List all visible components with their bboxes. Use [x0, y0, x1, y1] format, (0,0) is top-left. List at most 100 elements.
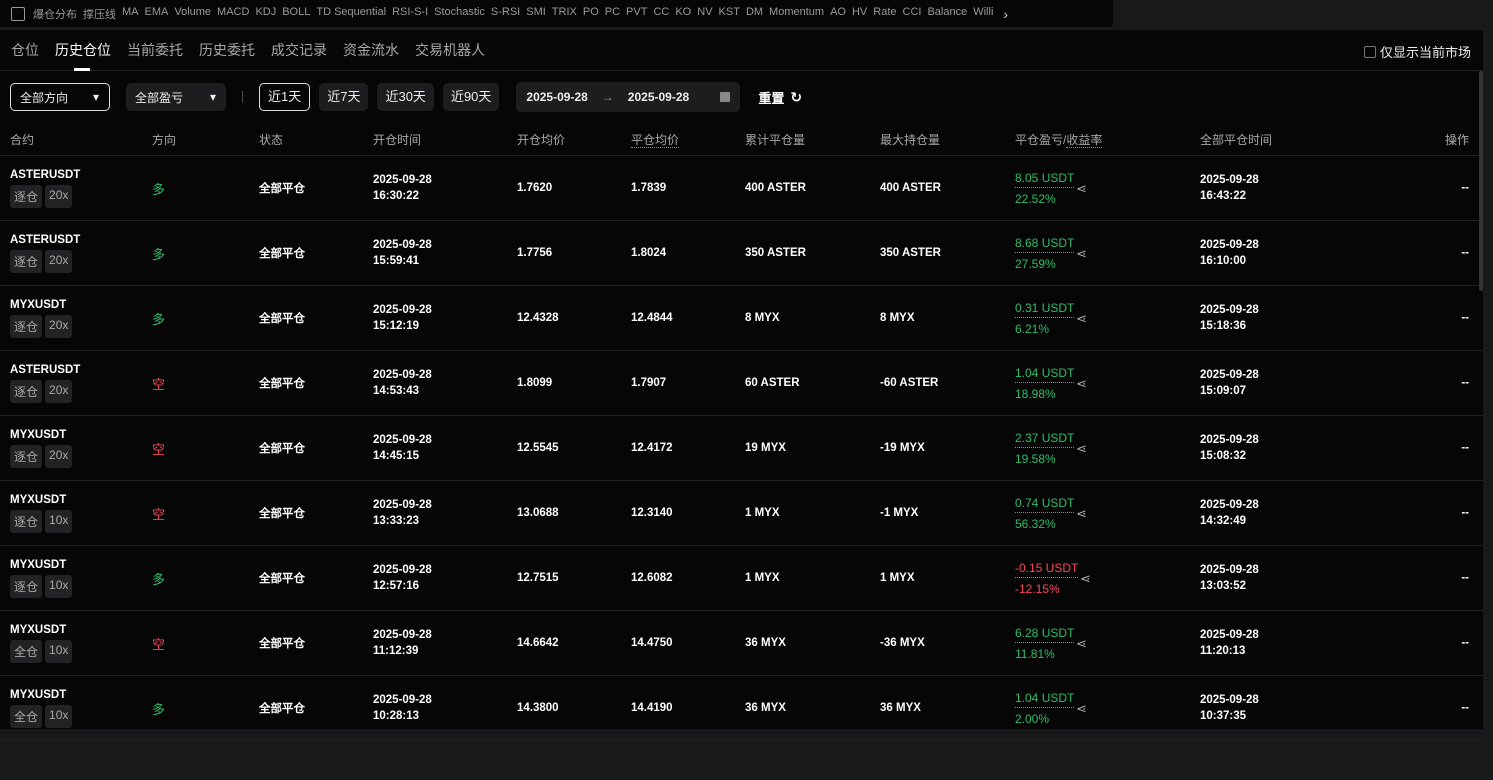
share-icon[interactable]: ⋖ [1076, 701, 1087, 717]
table-row: MYXUSDT 逐仓 10x 多 全部平仓 2025-09-28 12:57:16 12.75… [0, 546, 1483, 611]
tab-item[interactable]: 成交记录 [271, 30, 327, 71]
chevron-right-icon[interactable]: › [1003, 6, 1008, 22]
indicator-item[interactable]: MA [122, 6, 139, 22]
share-icon[interactable]: ⋖ [1076, 376, 1087, 392]
indicator-item[interactable]: PVT [626, 6, 647, 22]
tab-item[interactable]: 历史仓位 [55, 30, 111, 71]
tab-item[interactable]: 资金流水 [343, 30, 399, 71]
symbol[interactable]: MYXUSDT [10, 559, 75, 571]
date-to[interactable]: 2025-09-28 [628, 90, 689, 104]
range-button[interactable]: 近1天 [259, 83, 311, 111]
indicator-item[interactable]: NV [697, 6, 712, 22]
indicator-bar: 爆仓分布 撑压线 MA EMA Volume MACD KDJ BOLL TD Sequenti… [0, 0, 1113, 27]
scrollbar[interactable] [1479, 71, 1483, 291]
symbol[interactable]: MYXUSDT [10, 299, 75, 311]
date-range-picker[interactable]: 2025-09-28 → 2025-09-28 [516, 82, 741, 112]
cell: 2025-09-28 12:57:16 [373, 546, 432, 610]
tab-item[interactable]: 当前委托 [127, 30, 183, 71]
table-header: 合约 方向 状态 开仓时间 开仓均价 平仓均价 累计平仓量 最大持仓量 平仓盈亏/收益率 全部平仓… [0, 123, 1483, 156]
indicator-item[interactable]: AO [830, 6, 846, 22]
tab-item[interactable]: 仓位 [11, 30, 39, 71]
share-icon[interactable]: ⋖ [1076, 181, 1087, 197]
cell: 400 ASTER [880, 156, 941, 220]
symbol[interactable]: ASTERUSDT [10, 169, 80, 181]
symbol[interactable]: MYXUSDT [10, 429, 75, 441]
indicator-item[interactable]: Rate [873, 6, 896, 22]
symbol[interactable]: ASTERUSDT [10, 234, 80, 246]
share-icon[interactable]: ⋖ [1076, 506, 1087, 522]
indicator-item[interactable]: PC [605, 6, 620, 22]
cell: 2025-09-28 15:08:32 [1200, 416, 1259, 480]
indicator-item[interactable]: 撑压线 [83, 6, 116, 22]
indicator-item[interactable]: Balance [927, 6, 967, 22]
indicator-item[interactable]: TRIX [552, 6, 577, 22]
cell: MYXUSDT 逐仓 10x [10, 546, 75, 610]
share-icon[interactable]: ⋖ [1076, 246, 1087, 262]
only-current-market-toggle[interactable]: 仅显示当前市场 [1363, 42, 1471, 61]
indicator-item[interactable]: RSI-S-I [392, 6, 428, 22]
indicator-item[interactable]: KST [719, 6, 740, 22]
cell: 1.8024 [631, 221, 666, 285]
indicator-item[interactable]: HV [852, 6, 867, 22]
cell: 1 MYX [880, 546, 915, 610]
direction-select[interactable]: 全部方向 ▾ [10, 83, 110, 111]
indicator-item[interactable]: Volume [174, 6, 211, 22]
side: 空 [152, 636, 166, 652]
calendar-icon[interactable] [11, 6, 25, 21]
indicator-item[interactable]: CC [653, 6, 669, 22]
closed-qty: 60 ASTER [745, 377, 800, 389]
share-icon[interactable]: ⋖ [1080, 571, 1091, 587]
margin-mode-tag: 逐仓 [10, 574, 43, 598]
checkbox[interactable] [1363, 45, 1376, 58]
indicator-item[interactable]: Willi [973, 6, 993, 22]
indicator-item[interactable]: S-RSI [491, 6, 520, 22]
indicator-item[interactable]: BOLL [282, 6, 310, 22]
indicator-item[interactable]: DM [746, 6, 763, 22]
symbol[interactable]: MYXUSDT [10, 494, 75, 506]
indicator-item[interactable]: Stochastic [434, 6, 485, 22]
tab-item[interactable]: 交易机器人 [415, 30, 485, 71]
symbol[interactable]: ASTERUSDT [10, 364, 80, 376]
roi: 6.21% [1015, 321, 1050, 336]
open-price: 14.3800 [517, 702, 559, 714]
indicator-item[interactable]: 爆仓分布 [33, 6, 77, 22]
symbol[interactable]: MYXUSDT [10, 624, 75, 636]
indicator-item[interactable]: KDJ [255, 6, 276, 22]
pnl-select[interactable]: 全部盈亏 ▾ [126, 83, 226, 111]
roi: 2.00% [1015, 711, 1050, 726]
tab-item[interactable]: 历史委托 [199, 30, 255, 71]
close-date: 2025-09-28 [1200, 304, 1259, 316]
cell: 空 [152, 351, 165, 415]
indicator-item[interactable]: SMI [526, 6, 546, 22]
indicator-item[interactable]: Momentum [769, 6, 824, 22]
column-header: 平仓均价 [631, 131, 680, 148]
share-icon[interactable]: ⋖ [1076, 636, 1087, 652]
tags: 逐仓 20x [10, 444, 75, 468]
close-time: 11:20:13 [1200, 645, 1246, 657]
share-icon[interactable]: ⋖ [1076, 311, 1087, 327]
indicator-item[interactable]: TD Sequential [316, 6, 386, 22]
indicator-item[interactable]: MACD [217, 6, 249, 22]
column-header: 累计平仓量 [745, 131, 805, 148]
range-button[interactable]: 近7天 [319, 83, 369, 111]
column-header-label: 最大持仓量 [880, 132, 941, 147]
status: 全部平仓 [259, 703, 305, 715]
open-date: 2025-09-28 [373, 174, 432, 186]
range-button[interactable]: 近90天 [442, 83, 500, 111]
pnl-amount: 6.28 USDT [1015, 626, 1075, 643]
share-icon[interactable]: ⋖ [1076, 441, 1087, 457]
cell: 12.3140 [631, 481, 673, 545]
indicator-item[interactable]: PO [583, 6, 599, 22]
symbol[interactable]: MYXUSDT [10, 689, 75, 701]
indicator-item[interactable]: CCI [903, 6, 922, 22]
cell: -- [1461, 156, 1469, 220]
reset-button[interactable]: 重置 ↻ [758, 88, 802, 107]
indicator-item[interactable]: KO [675, 6, 691, 22]
indicator-item[interactable]: EMA [145, 6, 169, 22]
cell: 13.0688 [517, 481, 559, 545]
cell: MYXUSDT 逐仓 20x [10, 416, 75, 480]
close-date: 2025-09-28 [1200, 694, 1259, 706]
range-button[interactable]: 近30天 [377, 83, 434, 111]
cell: 2025-09-28 14:32:49 [1200, 481, 1259, 545]
date-from[interactable]: 2025-09-28 [526, 90, 587, 104]
